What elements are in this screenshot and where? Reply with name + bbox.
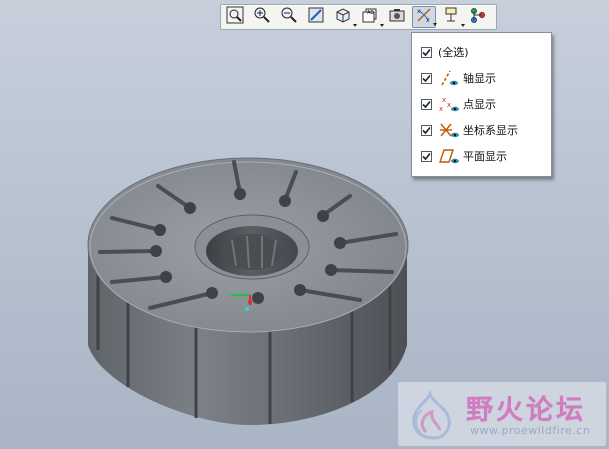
csys-display-checkbox[interactable] bbox=[421, 124, 432, 136]
menu-item-select-all[interactable]: (全选) bbox=[412, 41, 551, 63]
datum-display-menu: (全选) 轴显示 xxx 点显示 坐标系显示 平面显示 bbox=[411, 32, 552, 177]
saved-views-icon: AB bbox=[361, 6, 379, 28]
display-style-icon bbox=[388, 6, 406, 28]
repaint-button[interactable] bbox=[304, 6, 328, 28]
svg-text:AB: AB bbox=[367, 10, 374, 16]
menu-item-plane-display[interactable]: 平面显示 bbox=[412, 145, 551, 167]
datum-display-icon: xx bbox=[415, 6, 433, 28]
saved-views-button[interactable]: AB bbox=[358, 6, 384, 28]
menu-item-csys-display[interactable]: 坐标系显示 bbox=[412, 119, 551, 141]
select-all-checkbox[interactable] bbox=[421, 46, 432, 58]
plane-display-checkbox[interactable] bbox=[421, 150, 432, 162]
zoom-fit-icon bbox=[226, 6, 244, 28]
zoom-out-button[interactable] bbox=[277, 6, 301, 28]
svg-text:x: x bbox=[439, 105, 443, 113]
view-toolbar: AB xx bbox=[220, 4, 497, 30]
display-style-button[interactable] bbox=[385, 6, 409, 28]
svg-text:x: x bbox=[442, 96, 446, 104]
menu-item-label: 坐标系显示 bbox=[463, 124, 518, 137]
watermark-url: www.proewildfire.cn bbox=[470, 424, 591, 437]
menu-item-label: 轴显示 bbox=[463, 72, 496, 85]
annotation-display-icon bbox=[442, 6, 460, 28]
site-watermark: 野火论坛 www.proewildfire.cn bbox=[398, 382, 606, 446]
datum-display-button[interactable]: xx bbox=[412, 6, 437, 28]
annotation-display-button[interactable] bbox=[439, 6, 465, 28]
flame-logo-icon bbox=[412, 390, 451, 440]
axis-display-checkbox[interactable] bbox=[421, 72, 432, 84]
menu-item-label: 点显示 bbox=[463, 98, 496, 111]
menu-item-axis-display[interactable]: 轴显示 bbox=[412, 67, 551, 89]
plane-display-icon bbox=[438, 147, 460, 165]
watermark-title: 野火论坛 bbox=[466, 395, 586, 426]
zoom-out-icon bbox=[280, 6, 298, 28]
csys-display-icon bbox=[438, 121, 460, 139]
menu-item-label: (全选) bbox=[438, 46, 469, 59]
svg-text:x: x bbox=[447, 101, 451, 109]
spin-center-button[interactable] bbox=[466, 6, 490, 28]
view-orientation-button[interactable] bbox=[331, 6, 357, 28]
zoom-in-button[interactable] bbox=[250, 6, 274, 28]
point-display-checkbox[interactable] bbox=[421, 98, 432, 110]
repaint-icon bbox=[307, 6, 325, 28]
spin-center-icon bbox=[469, 6, 487, 28]
zoom-in-icon bbox=[253, 6, 271, 28]
menu-item-point-display[interactable]: xxx 点显示 bbox=[412, 93, 551, 115]
zoom-fit-button[interactable] bbox=[223, 6, 247, 28]
axis-display-icon bbox=[438, 69, 460, 87]
view-orientation-icon bbox=[334, 6, 352, 28]
point-display-icon: xxx bbox=[438, 95, 460, 113]
menu-item-label: 平面显示 bbox=[463, 150, 507, 163]
